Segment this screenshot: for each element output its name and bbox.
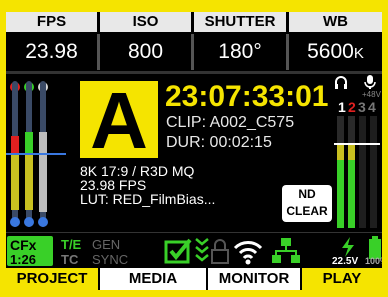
microphone-icon xyxy=(364,75,376,89)
wifi-icon[interactable] xyxy=(232,238,264,266)
divider xyxy=(6,71,382,74)
divider xyxy=(97,34,100,70)
audio-ch2-peak xyxy=(348,144,355,160)
nd-label: ND xyxy=(298,187,316,201)
headphones-icon xyxy=(335,76,347,89)
fps-info: 23.98 FPS xyxy=(80,177,147,193)
battery-percent: 100% xyxy=(365,256,382,266)
iso-header[interactable]: ISO xyxy=(100,12,191,32)
lut-info: LUT: RED_FilmBias... xyxy=(80,191,216,207)
network-icon[interactable] xyxy=(272,237,300,265)
media-remaining: 1:26 xyxy=(10,252,37,267)
divider xyxy=(6,232,382,233)
te-status[interactable]: T/E xyxy=(61,237,81,252)
phantom-power: +48V xyxy=(362,90,381,99)
sync-status[interactable]: SYNC xyxy=(92,252,128,267)
fps-value[interactable]: 23.98 xyxy=(6,34,97,70)
wb-value[interactable]: 5600K xyxy=(289,34,382,70)
shutter-header[interactable]: SHUTTER xyxy=(194,12,286,32)
camera-screen: FPS ISO SHUTTER WB 23.98 800 180° 5600K … xyxy=(6,12,382,290)
red-meter-lower xyxy=(11,154,19,210)
shutter-value[interactable]: 180° xyxy=(194,34,286,70)
luma-meter-bar xyxy=(39,132,47,212)
blue-channel-dot xyxy=(38,217,48,227)
wb-header[interactable]: WB xyxy=(289,12,382,32)
audio-ch4-label: 4 xyxy=(368,99,376,115)
audio-ch1-level xyxy=(337,160,344,228)
audio-peak-marker xyxy=(334,143,380,145)
green-meter-bar xyxy=(25,132,33,154)
tab-monitor[interactable]: MONITOR xyxy=(208,268,300,290)
level-marker xyxy=(6,153,66,155)
audio-ch2-level xyxy=(348,160,355,228)
tab-project[interactable]: PROJECT xyxy=(6,268,98,290)
clip-duration: DUR: 00:02:15 xyxy=(166,134,272,151)
green-meter-lower xyxy=(25,154,33,210)
lock-icon[interactable] xyxy=(210,238,230,266)
wb-number: 5600 xyxy=(307,40,354,63)
tc-status[interactable]: TC xyxy=(61,252,78,267)
audio-ch1-peak xyxy=(337,144,344,160)
nd-filter-button[interactable]: ND CLEAR xyxy=(282,185,332,222)
timecode[interactable]: 23:07:33:01 xyxy=(165,80,328,114)
media-type: CFx xyxy=(10,237,37,253)
monitor-check-icon[interactable] xyxy=(164,236,194,266)
voltage: 22.5V xyxy=(332,256,359,267)
divider xyxy=(286,34,289,70)
red-meter-bar xyxy=(11,136,19,154)
audio-ch3-label: 3 xyxy=(358,99,366,115)
iso-value[interactable]: 800 xyxy=(100,34,191,70)
nd-value: CLEAR xyxy=(286,204,328,218)
blue-channel-dot xyxy=(10,217,20,227)
format-info: 8K 17:9 / R3D MQ xyxy=(80,163,195,179)
audio-ch3-track xyxy=(359,116,366,228)
blue-channel-dot xyxy=(24,217,34,227)
audio-ch2-label: 2 xyxy=(348,99,356,115)
fps-header[interactable]: FPS xyxy=(6,12,97,32)
record-indicator-icon xyxy=(195,238,209,262)
clip-name: CLIP: A002_C575 xyxy=(166,114,295,131)
power-bolt-icon xyxy=(342,237,354,257)
tab-media[interactable]: MEDIA xyxy=(100,268,206,290)
camera-id-badge[interactable]: A xyxy=(80,81,158,161)
media-status[interactable]: CFx 1:26 xyxy=(7,236,53,267)
wb-unit: K xyxy=(353,45,364,62)
tab-play[interactable]: PLAY xyxy=(302,268,382,290)
audio-ch1-label: 1 xyxy=(338,99,346,115)
gen-status[interactable]: GEN xyxy=(92,237,120,252)
audio-ch4-track xyxy=(370,116,377,228)
divider xyxy=(191,34,194,70)
